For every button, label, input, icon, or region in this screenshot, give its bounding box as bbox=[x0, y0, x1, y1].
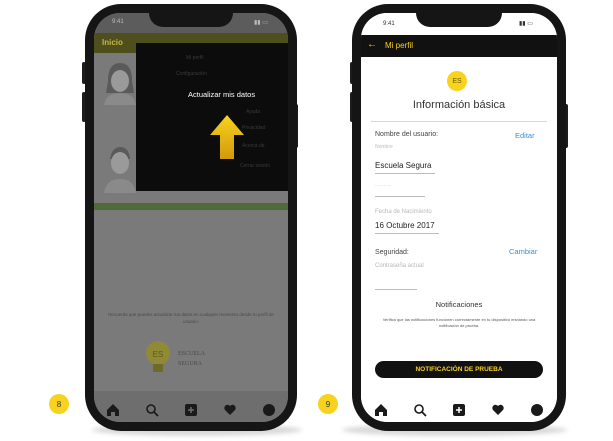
info-icon: ES bbox=[447, 71, 467, 91]
logo-text-line1: ESCUELA bbox=[178, 351, 205, 357]
right-phone-screen: 9:41 ▮▮ ▭ ← Mi perfil ES Información bás… bbox=[361, 13, 557, 422]
heart-icon[interactable] bbox=[490, 402, 506, 418]
avatar-girl bbox=[100, 59, 140, 105]
step-badge: 9 bbox=[318, 394, 338, 414]
logo-text-line2: SEGURA bbox=[178, 361, 203, 367]
app-header: ← Mi perfil bbox=[361, 35, 557, 57]
bottom-nav bbox=[361, 391, 557, 422]
test-notification-label: NOTIFICACIÓN DE PRUEBA bbox=[415, 366, 503, 373]
notifications-title: Notificaciones bbox=[435, 300, 483, 309]
right-phone: 9:41 ▮▮ ▭ ← Mi perfil ES Información bás… bbox=[352, 4, 566, 431]
birth-value[interactable]: 16 Octubre 2017 bbox=[375, 221, 435, 230]
left-phone-screen: 9:41 ▮▮ ▭ Inicio Mi perfil Configuración… bbox=[94, 13, 288, 422]
security-label: Seguridad: bbox=[375, 249, 409, 256]
name-placeholder: Nombre bbox=[375, 144, 393, 150]
left-phone: 9:41 ▮▮ ▭ Inicio Mi perfil Configuración… bbox=[85, 4, 297, 431]
status-time: 9:41 bbox=[112, 19, 124, 25]
test-notification-button[interactable]: NOTIFICACIÓN DE PRUEBA bbox=[375, 361, 543, 378]
notifications-text: Verifica que las notificaciones funcione… bbox=[382, 317, 536, 328]
birth-underline bbox=[375, 233, 439, 234]
name-underline bbox=[375, 173, 435, 174]
profile-icon[interactable] bbox=[261, 402, 277, 418]
lightbulb-icon: ES bbox=[146, 341, 170, 372]
up-arrow-icon bbox=[210, 115, 244, 159]
header-label: Inicio bbox=[102, 38, 123, 47]
step-badge: 8 bbox=[49, 394, 69, 414]
menu-item[interactable]: Ayuda bbox=[246, 109, 260, 115]
add-icon[interactable] bbox=[451, 402, 467, 418]
name-value[interactable]: Escuela Segura bbox=[375, 161, 431, 170]
heart-icon[interactable] bbox=[222, 402, 238, 418]
status-time: 9:41 bbox=[383, 21, 395, 27]
password-label: Contraseña actual bbox=[375, 263, 424, 269]
svg-text:ES: ES bbox=[153, 350, 164, 359]
edit-link[interactable]: Editar bbox=[515, 131, 535, 140]
search-icon[interactable] bbox=[144, 402, 160, 418]
change-link[interactable]: Cambiar bbox=[509, 247, 537, 256]
left-phone-notch bbox=[149, 12, 233, 27]
username-label: Nombre del usuario: bbox=[375, 131, 439, 138]
header-title: Mi perfil bbox=[385, 41, 414, 50]
password-underline bbox=[375, 289, 417, 290]
birth-label: Fecha de Nacimiento bbox=[375, 209, 432, 215]
divider bbox=[371, 121, 547, 122]
menu-item[interactable]: Configuración bbox=[176, 71, 207, 77]
bottom-nav bbox=[94, 391, 288, 422]
search-icon[interactable] bbox=[412, 402, 428, 418]
dropdown-menu: Mi perfil Configuración Actualizar mis d… bbox=[136, 43, 288, 191]
info-icon-text: ES bbox=[452, 77, 462, 85]
signal-icon: ▮▮ ▭ bbox=[254, 20, 268, 26]
green-bar bbox=[94, 203, 288, 210]
avatar-boy bbox=[100, 143, 140, 193]
right-phone-notch bbox=[416, 12, 502, 27]
menu-item[interactable]: Mi perfil bbox=[186, 55, 204, 61]
home-icon[interactable] bbox=[105, 402, 121, 418]
home-icon[interactable] bbox=[373, 402, 389, 418]
email-underline bbox=[375, 196, 425, 197]
add-icon[interactable] bbox=[183, 402, 199, 418]
menu-item-highlighted[interactable]: Actualizar mis datos bbox=[188, 90, 255, 99]
signal-icon: ▮▮ ▭ bbox=[519, 21, 533, 27]
footer-text: Recuerda que puedes actualizar tus datos… bbox=[108, 312, 274, 324]
back-arrow-icon[interactable]: ← bbox=[367, 39, 377, 50]
profile-icon[interactable] bbox=[529, 402, 545, 418]
section-title: Información básica bbox=[412, 99, 506, 111]
menu-item[interactable]: Cerrar sesión bbox=[240, 163, 270, 169]
email-placeholder: ·········· bbox=[375, 183, 392, 189]
